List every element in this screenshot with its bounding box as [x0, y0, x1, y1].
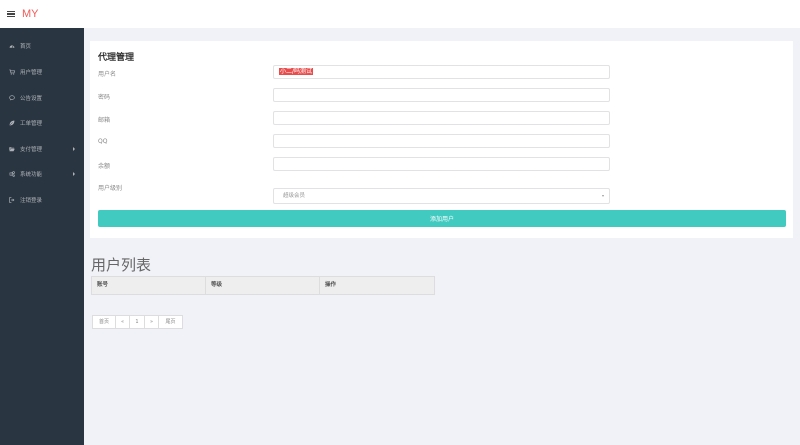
- sidebar-item-home[interactable]: 首页: [0, 39, 84, 53]
- add-user-button[interactable]: 添加用户: [98, 210, 786, 227]
- sign-out-icon: [8, 197, 15, 203]
- hamburger-icon[interactable]: [7, 10, 15, 18]
- gears-icon: [8, 171, 15, 177]
- user-level-label: 用户级别: [98, 185, 123, 192]
- sidebar-item-label: 工单管理: [20, 121, 43, 127]
- next-page-button[interactable]: »: [145, 316, 159, 328]
- sidebar-item-label: 系统功能: [20, 172, 43, 178]
- column-header-actions[interactable]: 操作: [320, 277, 434, 294]
- comment-icon: [8, 95, 15, 101]
- sidebar-item-tickets[interactable]: 工单管理: [0, 116, 84, 130]
- sidebar-item-system[interactable]: 系统功能: [0, 167, 84, 181]
- sidebar-item-announcements[interactable]: 公告设置: [0, 91, 84, 105]
- folder-open-icon: [8, 146, 15, 152]
- column-header-account[interactable]: 账号: [92, 277, 206, 294]
- sidebar-item-label: 首页: [20, 44, 32, 50]
- username-value: 小二/吗测试: [279, 68, 314, 75]
- user-list-title: 用户列表: [91, 257, 152, 274]
- top-bar: MY: [0, 0, 800, 28]
- column-header-level[interactable]: 等级: [206, 277, 320, 294]
- user-level-select[interactable]: 超级会员: [273, 188, 610, 204]
- prev-page-button[interactable]: «: [116, 316, 130, 328]
- user-table: 账号 等级 操作: [91, 276, 435, 295]
- pagination: 首页 « 1 » 尾页: [92, 315, 183, 329]
- sidebar-item-users[interactable]: 用户管理: [0, 65, 84, 79]
- sidebar-item-logout[interactable]: 注销登录: [0, 193, 84, 207]
- cart-icon: [8, 69, 15, 75]
- dashboard-icon: [8, 43, 15, 49]
- sidebar-item-label: 用户管理: [20, 70, 43, 76]
- chevron-right-icon: [73, 172, 75, 176]
- sidebar-item-label: 支付管理: [20, 147, 43, 153]
- qq-label: QQ: [98, 138, 108, 145]
- balance-field[interactable]: [273, 157, 610, 171]
- balance-label: 余额: [98, 163, 111, 170]
- email-field[interactable]: [273, 111, 610, 125]
- user-level-value: 超级会员: [283, 193, 306, 199]
- password-label: 密码: [98, 94, 111, 101]
- panel-title: 代理管理: [98, 53, 135, 63]
- page-number-button[interactable]: 1: [130, 316, 145, 328]
- agent-form-panel: 代理管理 用户名 小二/吗测试 密码 邮箱 QQ 余额 用户级别 超级会员 添加…: [90, 41, 793, 238]
- leaf-icon: [8, 120, 15, 126]
- username-field[interactable]: 小二/吗测试: [273, 65, 610, 79]
- email-label: 邮箱: [98, 117, 111, 124]
- password-field[interactable]: [273, 88, 610, 102]
- last-page-button[interactable]: 尾页: [159, 316, 182, 328]
- brand-logo[interactable]: MY: [22, 8, 39, 20]
- chevron-down-icon: [602, 195, 604, 197]
- sidebar: 首页 用户管理 公告设置 工单管理 支付管理 系统功能 注销登录: [0, 28, 84, 445]
- username-label: 用户名: [98, 71, 117, 78]
- qq-field[interactable]: [273, 134, 610, 148]
- first-page-button[interactable]: 首页: [93, 316, 116, 328]
- sidebar-item-label: 公告设置: [20, 96, 43, 102]
- sidebar-item-label: 注销登录: [20, 198, 43, 204]
- chevron-right-icon: [73, 147, 75, 151]
- sidebar-item-payments[interactable]: 支付管理: [0, 142, 84, 156]
